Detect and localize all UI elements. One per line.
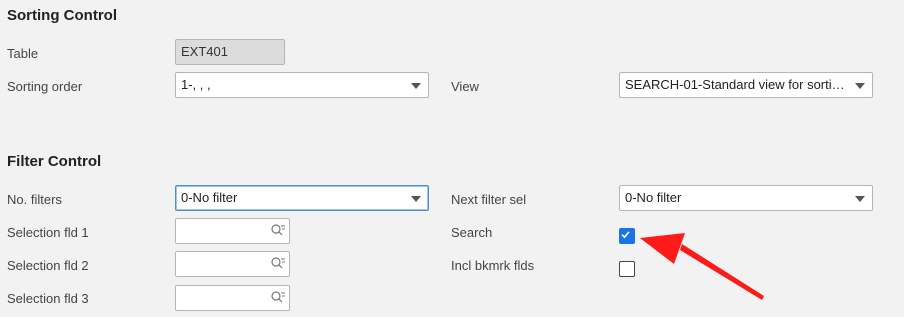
selection-fld-3-label: Selection fld 3 — [7, 291, 89, 306]
table-label: Table — [7, 46, 39, 61]
sorting-order-value: 1-, , , — [181, 77, 211, 92]
chevron-down-icon — [855, 196, 865, 202]
search-list-icon[interactable] — [270, 290, 286, 306]
table-field: EXT401 — [175, 39, 285, 65]
red-arrow-icon — [640, 233, 764, 300]
incl-bkmrk-label: Incl bkmrk flds — [451, 258, 535, 273]
chevron-down-icon — [411, 83, 421, 89]
next-filter-label: Next filter sel — [451, 192, 527, 207]
search-list-icon[interactable] — [270, 223, 286, 239]
view-label: View — [451, 79, 479, 94]
sorting-order-select[interactable]: 1-, , , — [175, 72, 429, 98]
chevron-down-icon — [855, 83, 865, 89]
no-filters-label: No. filters — [7, 192, 62, 207]
search-checkbox[interactable] — [619, 228, 635, 244]
no-filters-select[interactable]: 0-No filter — [175, 185, 429, 211]
sorting-control-title: Sorting Control — [7, 7, 117, 24]
sorting-order-label: Sorting order — [7, 79, 83, 94]
view-select[interactable]: SEARCH-01-Standard view for sorting... — [619, 72, 873, 98]
next-filter-select[interactable]: 0-No filter — [619, 185, 873, 211]
selection-fld-2-input[interactable] — [175, 251, 290, 277]
incl-bkmrk-checkbox[interactable] — [619, 261, 635, 277]
filter-control-title: Filter Control — [7, 153, 102, 170]
selection-fld-2-label: Selection fld 2 — [7, 258, 89, 273]
chevron-down-icon — [411, 196, 421, 202]
no-filters-value: 0-No filter — [181, 190, 238, 205]
view-value: SEARCH-01-Standard view for sorting... — [625, 77, 857, 92]
selection-fld-1-input[interactable] — [175, 218, 290, 244]
search-list-icon[interactable] — [270, 256, 286, 272]
next-filter-value: 0-No filter — [625, 190, 682, 205]
selection-fld-1-label: Selection fld 1 — [7, 225, 89, 240]
selection-fld-3-input[interactable] — [175, 285, 290, 311]
table-value: EXT401 — [181, 44, 228, 59]
search-label: Search — [451, 225, 493, 240]
checkmark-icon — [621, 231, 630, 239]
